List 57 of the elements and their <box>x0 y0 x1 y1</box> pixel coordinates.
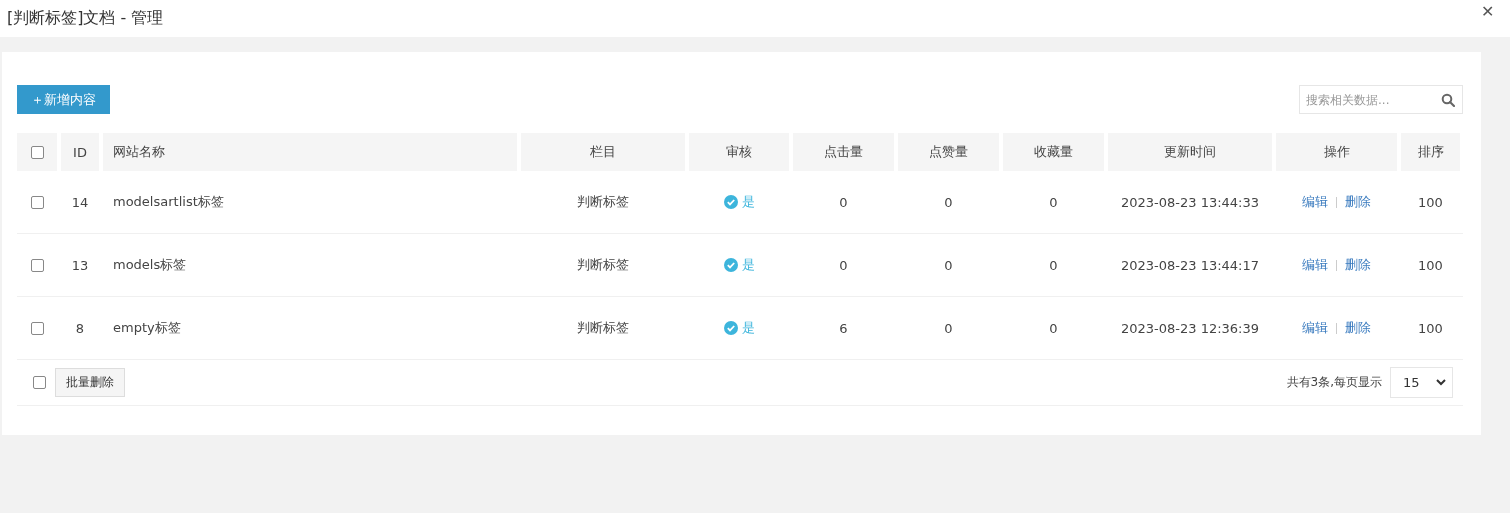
table-cell-text: 2023-08-23 12:36:39 <box>1119 320 1261 336</box>
column-header: 更新时间 <box>1108 133 1272 171</box>
table-cell-text: models标签 <box>112 256 188 274</box>
column-header: 点赞量 <box>898 133 999 171</box>
edit-link[interactable]: 编辑 <box>1302 193 1328 211</box>
table-cell-text: 2023-08-23 13:44:33 <box>1119 194 1261 210</box>
column-header: 排序 <box>1401 133 1460 171</box>
column-header: 点击量 <box>793 133 894 171</box>
column-header: 网站名称 <box>103 133 517 171</box>
table-cell-text: 0 <box>943 194 954 210</box>
table-cell-text: 0 <box>838 194 849 210</box>
table-cell-text: 13 <box>70 257 90 273</box>
checkbox[interactable] <box>30 195 44 209</box>
table-cell-text: 100 <box>1417 257 1444 273</box>
table-cell-text: 判断标签 <box>576 319 630 337</box>
add-content-button[interactable]: ＋新增内容 <box>17 85 110 114</box>
table-cell-text: 100 <box>1417 194 1444 210</box>
table-cell-text: empty标签 <box>112 319 182 337</box>
table-cell-text: 14 <box>70 194 90 210</box>
table-cell-text: 6 <box>838 320 849 336</box>
search-icon[interactable] <box>1441 93 1455 107</box>
search-field[interactable]: 搜索相关数据... <box>1299 85 1463 114</box>
table-cell-text: 0 <box>1048 194 1059 210</box>
column-header: ID <box>61 133 99 171</box>
table-cell-text: 0 <box>943 320 954 336</box>
audit-status: 是 <box>741 319 755 337</box>
page-size-select[interactable]: 15 <box>1390 367 1453 398</box>
column-header: 栏目 <box>521 133 685 171</box>
table-cell-text: 2023-08-23 13:44:17 <box>1119 257 1261 273</box>
table-cell-text: 0 <box>1048 257 1059 273</box>
checkbox[interactable] <box>30 321 44 335</box>
column-header: 审核 <box>689 133 789 171</box>
close-button[interactable]: ✕ <box>1481 2 1494 21</box>
checkbox[interactable] <box>30 145 44 159</box>
table-cell-text: 判断标签 <box>576 193 630 211</box>
pagination-summary: 共有3条,每页显示 <box>1286 374 1382 391</box>
edit-link[interactable]: 编辑 <box>1302 319 1328 337</box>
table-cell-text: 0 <box>838 257 849 273</box>
table-cell-text: 0 <box>943 257 954 273</box>
batch-delete-button[interactable]: 批量删除 <box>55 368 125 397</box>
table-cell-text: 8 <box>74 320 86 336</box>
audit-status: 是 <box>741 193 755 211</box>
table-cell-text: modelsartlist标签 <box>112 193 225 211</box>
edit-link[interactable]: 编辑 <box>1302 256 1328 274</box>
column-header: 操作 <box>1276 133 1397 171</box>
window-title: [判断标签]文档 - 管理 <box>7 8 164 29</box>
delete-link[interactable]: 删除 <box>1345 319 1371 337</box>
table-cell-text: 100 <box>1417 320 1444 336</box>
table-cell-text: 0 <box>1048 320 1059 336</box>
chevron-down-icon <box>1436 379 1446 386</box>
column-header: 收藏量 <box>1003 133 1104 171</box>
checkbox[interactable] <box>33 376 46 389</box>
delete-link[interactable]: 删除 <box>1345 193 1371 211</box>
audit-status: 是 <box>741 256 755 274</box>
table-cell-text: 判断标签 <box>576 256 630 274</box>
checkbox[interactable] <box>30 258 44 272</box>
delete-link[interactable]: 删除 <box>1345 256 1371 274</box>
